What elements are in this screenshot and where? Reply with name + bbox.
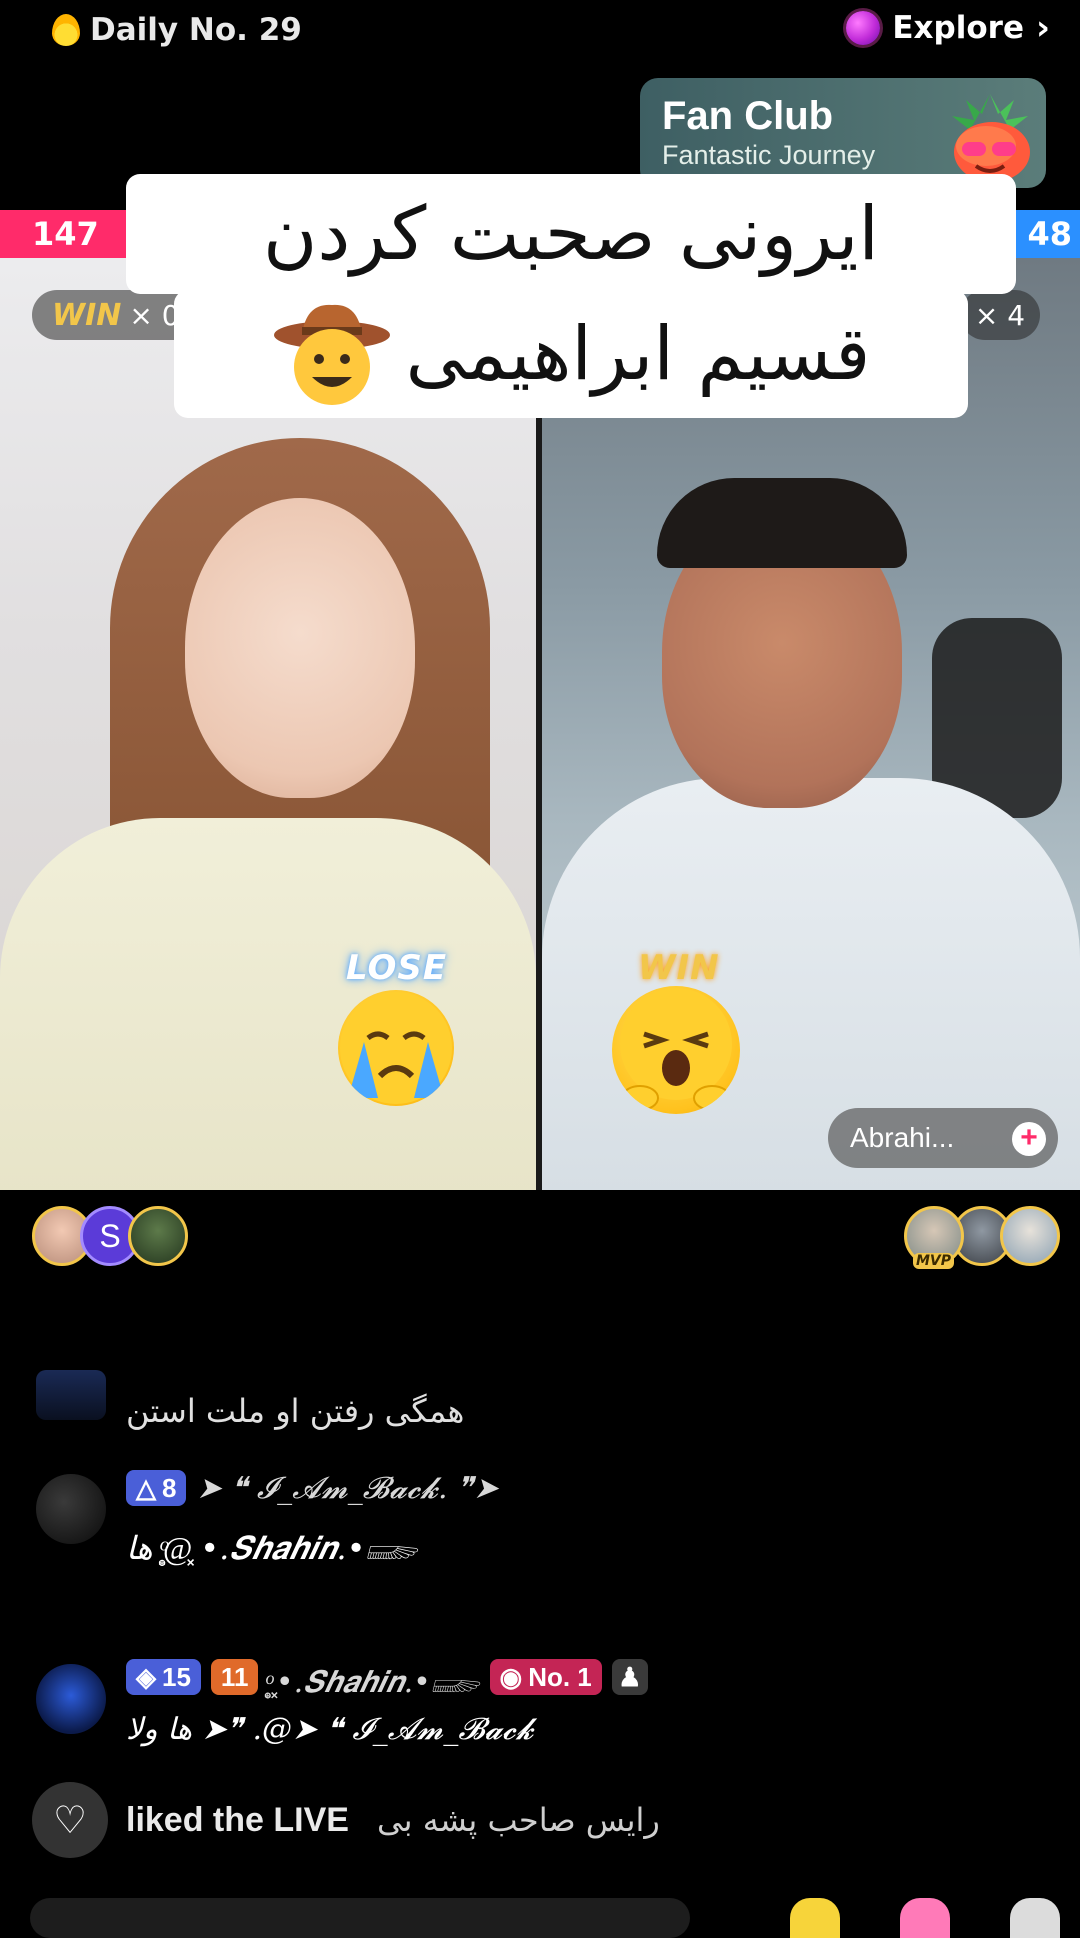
- lose-label: LOSE: [346, 948, 448, 988]
- comment-body: ◈ 15 11 ̥͙ͦ ͓•.𝑺𝒉𝒂𝒉𝒊𝒏.•𓆃 ◉ No. 1 ♟ ها ول…: [126, 1652, 648, 1747]
- right-score: 48: [1010, 210, 1080, 258]
- caption-line-2: قسیم ابراهیمی: [405, 311, 871, 397]
- flame-icon: [52, 14, 80, 46]
- liked-notification: ♡ liked the LIVE رایس صاحب پشه بی: [32, 1782, 660, 1858]
- streamer-top: [0, 818, 536, 1190]
- level-badge: △ 8: [126, 1470, 187, 1506]
- comment-item[interactable]: △ 8 ➤ ❝ 𝓘_𝓐𝓶_𝓑𝓪𝓬𝓴. ❞➤ ها @̥͙ͦ ͓•.𝑺𝒉𝒂𝒉𝒊𝒏.…: [32, 1470, 1052, 1580]
- username[interactable]: ̥͙ͦ ͓•.𝑺𝒉𝒂𝒉𝒊𝒏.•𓆃: [268, 1652, 479, 1702]
- daily-ranking[interactable]: Daily No. 29: [52, 8, 302, 52]
- win-label: WIN: [52, 297, 122, 333]
- comment-body: △ 8 ➤ ❝ 𝓘_𝓐𝓶_𝓑𝓪𝓬𝓴. ❞➤ ها @̥͙ͦ ͓•.𝑺𝒉𝒂𝒉𝒊𝒏.…: [126, 1470, 498, 1570]
- username[interactable]: ➤ ❝ 𝓘_𝓐𝓶_𝓑𝓪𝓬𝓴. ❞➤: [196, 1471, 498, 1506]
- caption-sticker: ایرونی صحبت کردن قسیم ابراهیمی: [126, 174, 1016, 444]
- comment-text: ها ولا ➤❞ .@➤ ❝ 𝓘_𝓐𝓶_𝓑𝓪𝓬𝓴: [126, 1712, 534, 1747]
- fan-club-subtitle: Fantastic Journey: [662, 140, 876, 170]
- win-label-right: WIN: [638, 948, 720, 988]
- medal-icon: ◉: [499, 1661, 523, 1692]
- left-score: 147: [0, 210, 130, 258]
- heart-icon: ♡: [32, 1782, 108, 1858]
- daily-ranking-label: Daily No. 29: [90, 12, 302, 48]
- avatar[interactable]: [1000, 1206, 1060, 1266]
- share-icon[interactable]: [1010, 1898, 1060, 1938]
- caption-line-1: ایرونی صحبت کردن: [126, 174, 1016, 294]
- fan-club-badge: 11: [210, 1659, 259, 1695]
- guest-hair: [657, 478, 907, 568]
- triangle-gem-icon: △: [136, 1472, 156, 1503]
- caption-line-2-wrap: قسیم ابراهیمی: [174, 290, 968, 418]
- rank-badge: ◉ No. 1: [489, 1659, 602, 1695]
- explore-label: Explore: [892, 10, 1024, 46]
- avatar[interactable]: [36, 1664, 106, 1734]
- follow-plus-icon[interactable]: +: [1012, 1122, 1046, 1156]
- avatar[interactable]: MVP: [904, 1206, 964, 1269]
- sleepy-emoji-icon: [612, 986, 740, 1114]
- ribbon-icon[interactable]: [900, 1898, 950, 1938]
- bottom-action-icons: [790, 1898, 1060, 1938]
- cowboy-emoji-icon: [273, 304, 390, 405]
- diamond-gem-icon: ◈: [136, 1661, 156, 1692]
- right-top-gifters: MVP: [904, 1206, 1060, 1269]
- gift-icon[interactable]: [790, 1898, 840, 1938]
- fruit-mascot-icon: [952, 94, 1030, 182]
- chevron-right-icon: ›: [1035, 8, 1050, 48]
- comment-item[interactable]: همگی رفتن او ملت استن: [32, 1370, 1052, 1440]
- explore-button[interactable]: Explore ›: [846, 6, 1050, 50]
- left-top-gifters: S: [32, 1206, 188, 1266]
- avatar[interactable]: [36, 1474, 106, 1544]
- liked-action: liked the LIVE: [126, 1800, 349, 1839]
- comment-item[interactable]: ◈ 15 11 ̥͙ͦ ͓•.𝑺𝒉𝒂𝒉𝒊𝒏.•𓆃 ◉ No. 1 ♟ ها ول…: [32, 1652, 1052, 1762]
- fan-level: 11: [220, 1661, 249, 1692]
- crying-emoji-icon: [338, 990, 454, 1106]
- level-number: 15: [162, 1661, 191, 1692]
- liked-username: رایس صاحب پشه بی: [376, 1801, 660, 1839]
- comment-text: همگی رفتن او ملت استن: [126, 1392, 465, 1430]
- comment-input[interactable]: [30, 1898, 690, 1938]
- mvp-badge: MVP: [913, 1253, 955, 1269]
- rank-label: No. 1: [528, 1661, 592, 1692]
- avatar[interactable]: [36, 1370, 106, 1420]
- fan-club-title: Fan Club: [662, 94, 834, 138]
- comment-text: ها @̥͙ͦ ͓•.𝑺𝒉𝒂𝒉𝒊𝒏.•𓆃: [126, 1529, 418, 1567]
- host-follow-chip[interactable]: Abrahi... +: [828, 1108, 1058, 1168]
- host-name: Abrahi...: [850, 1122, 955, 1153]
- streamer-face: [185, 498, 415, 798]
- fan-club-banner[interactable]: Fan Club Fantastic Journey: [640, 78, 1046, 188]
- level-number: 8: [162, 1472, 177, 1503]
- level-badge: ◈ 15: [126, 1659, 201, 1695]
- comment-header: ◈ 15 11 ̥͙ͦ ͓•.𝑺𝒉𝒂𝒉𝒊𝒏.•𓆃 ◉ No. 1 ♟: [126, 1652, 648, 1702]
- avatar[interactable]: [128, 1206, 188, 1266]
- planet-icon: [846, 11, 881, 45]
- comment-header: △ 8 ➤ ❝ 𝓘_𝓐𝓶_𝓑𝓪𝓬𝓴. ❞➤: [126, 1470, 498, 1506]
- moderator-icon: ♟: [611, 1659, 648, 1695]
